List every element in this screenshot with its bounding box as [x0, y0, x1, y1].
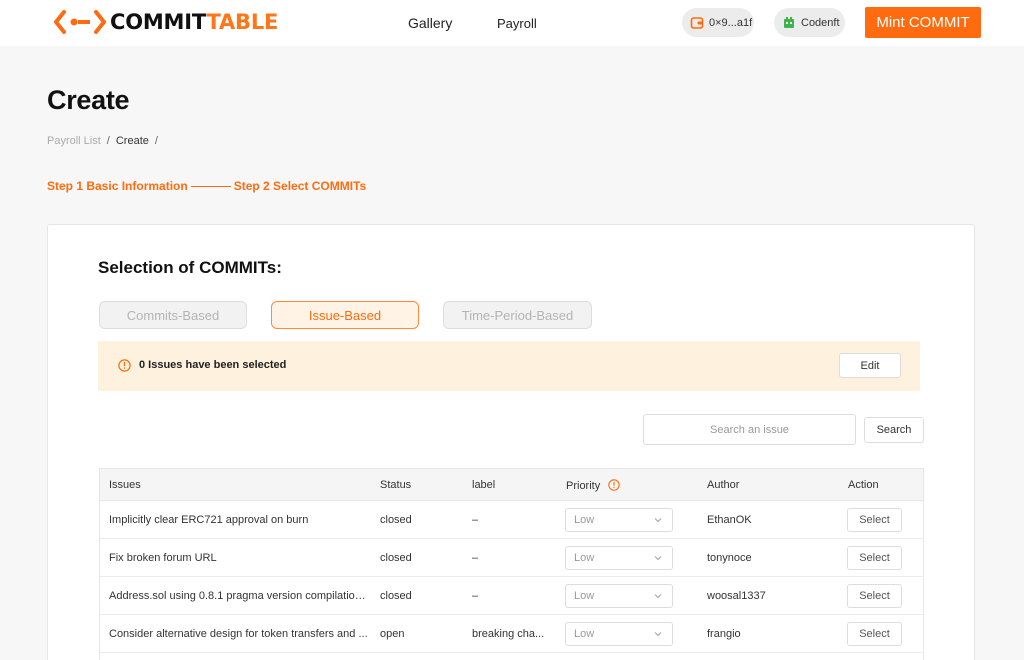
issues-table: Issues Status label Priority Author Acti…: [99, 468, 924, 660]
table-row: Address.sol using 0.8.1 pragma version c…: [100, 577, 923, 615]
col-action: Action: [848, 479, 879, 491]
mode-issue-based[interactable]: Issue-Based: [271, 301, 419, 329]
col-status: Status: [380, 479, 412, 491]
col-author: Author: [707, 479, 740, 491]
top-navbar: COMMITTABLE Gallery Payroll 0×9...a1f Co…: [0, 0, 1024, 46]
priority-select[interactable]: Low: [565, 546, 673, 570]
col-priority: Priority: [566, 479, 621, 494]
section-title: Selection of COMMITs:: [98, 258, 282, 277]
page-title: Create: [47, 85, 130, 115]
issue-status: closed: [380, 552, 412, 564]
info-icon: [118, 359, 131, 377]
issue-author: woosal1337: [707, 590, 766, 602]
issue-title[interactable]: Address.sol using 0.8.1 pragma version c…: [109, 590, 369, 602]
issue-author: EthanOK: [707, 514, 752, 526]
chevron-down-icon: [653, 591, 663, 604]
selection-notice: 0 Issues have been selected Edit: [98, 341, 920, 391]
chevron-down-icon: [653, 553, 663, 566]
logo-text: COMMITTABLE: [110, 10, 279, 34]
priority-select[interactable]: Low: [565, 622, 673, 646]
issue-title[interactable]: Implicitly clear ERC721 approval on burn: [109, 514, 369, 526]
issue-status: open: [380, 628, 405, 640]
select-button[interactable]: Select: [847, 508, 902, 532]
select-button[interactable]: Select: [847, 546, 902, 570]
step-1[interactable]: Step 1 Basic Information: [47, 179, 188, 193]
chevron-down-icon: [653, 515, 663, 528]
issue-label: –: [472, 590, 479, 602]
issue-title[interactable]: Consider alternative design for token tr…: [109, 628, 369, 640]
issue-status: closed: [380, 514, 412, 526]
issue-title[interactable]: Fix broken forum URL: [109, 552, 369, 564]
wallet-address: 0×9...a1f: [709, 16, 753, 29]
logo-icon: [54, 10, 106, 34]
breadcrumb-payroll-list[interactable]: Payroll List: [47, 135, 101, 147]
table-row: Fix broken forum URL closed – Low tonyno…: [100, 539, 923, 577]
breadcrumb: Payroll List / Create /: [47, 135, 158, 147]
issue-author: tonynoce: [707, 552, 752, 564]
issue-label: –: [472, 552, 479, 564]
edit-button[interactable]: Edit: [839, 353, 901, 378]
issue-author: frangio: [707, 628, 741, 640]
search-button[interactable]: Search: [864, 417, 924, 443]
search-issue-input[interactable]: Search an issue: [643, 414, 856, 445]
select-button[interactable]: Select: [847, 622, 902, 646]
logo[interactable]: COMMITTABLE: [54, 9, 278, 35]
issue-label: –: [472, 514, 479, 526]
table-row: Consider alternative design for token tr…: [100, 615, 923, 653]
table-header: Issues Status label Priority Author Acti…: [100, 469, 923, 501]
account-name: Codenft: [801, 16, 840, 29]
codenft-icon: [782, 16, 796, 30]
wallet-pill[interactable]: 0×9...a1f: [682, 8, 754, 37]
priority-info-icon[interactable]: [608, 479, 621, 494]
col-label: label: [472, 479, 496, 491]
wallet-icon: [690, 16, 704, 30]
steps-indicator: Step 1 Basic Information Step 2 Select C…: [47, 179, 366, 193]
nav-gallery[interactable]: Gallery: [408, 15, 452, 31]
nav-payroll[interactable]: Payroll: [497, 16, 537, 31]
table-row: [100, 653, 923, 660]
col-issues: Issues: [109, 479, 141, 491]
notice-text: 0 Issues have been selected: [139, 359, 287, 371]
issue-status: closed: [380, 590, 412, 602]
mint-commit-button[interactable]: Mint COMMIT: [865, 7, 981, 38]
chevron-down-icon: [653, 629, 663, 642]
priority-select[interactable]: Low: [565, 508, 673, 532]
select-button[interactable]: Select: [847, 584, 902, 608]
table-row: Implicitly clear ERC721 approval on burn…: [100, 501, 923, 539]
breadcrumb-create: Create: [115, 135, 149, 147]
account-pill[interactable]: Codenft: [774, 8, 845, 37]
step-2: Step 2 Select COMMITs: [233, 179, 367, 193]
step-connector: [190, 185, 231, 187]
mode-time-period-based[interactable]: Time-Period-Based: [443, 301, 592, 329]
issue-label: breaking cha...: [472, 628, 545, 640]
mode-commits-based[interactable]: Commits-Based: [99, 301, 247, 329]
priority-select[interactable]: Low: [565, 584, 673, 608]
